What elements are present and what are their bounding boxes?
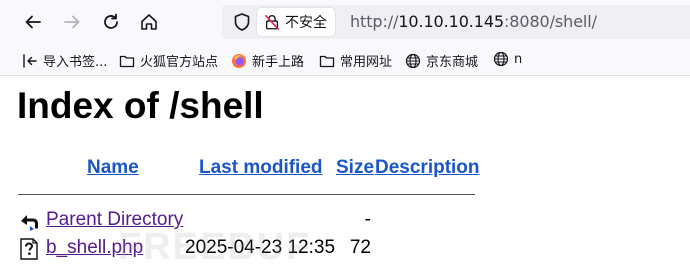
column-header-size[interactable]: Size	[336, 157, 374, 179]
folder-icon	[319, 55, 335, 67]
page-title: Index of /shell	[17, 85, 264, 126]
parent-directory-icon	[21, 215, 38, 231]
import-icon	[23, 53, 37, 68]
insecure-lock-icon	[264, 14, 280, 31]
bookmark-label: n	[514, 51, 523, 67]
bookmark-label: 京东商城	[426, 55, 479, 70]
header-divider	[18, 194, 475, 195]
column-header-last-modified[interactable]: Last modified	[199, 157, 323, 179]
file-name-link[interactable]: b_shell.php	[46, 237, 143, 259]
bookmarks-toolbar: 导入书签... 火狐官方站点 新手上路 常用网址 京东商城 n	[0, 44, 690, 76]
connection-status-label: 不安全	[285, 15, 327, 31]
forward-arrow-icon	[64, 15, 80, 29]
globe-icon	[493, 51, 509, 67]
forward-button[interactable]	[56, 6, 88, 38]
bookmark-common-sites[interactable]: 常用网址	[319, 51, 392, 70]
reload-button[interactable]	[95, 6, 127, 38]
reload-icon	[104, 13, 118, 29]
bookmark-label: 常用网址	[340, 55, 393, 70]
file-name-link[interactable]: Parent Directory	[46, 209, 183, 231]
connection-not-secure-chip[interactable]: 不安全	[257, 8, 335, 36]
url-scheme: http://	[350, 12, 399, 31]
bookmark-firefox-official[interactable]: 火狐官方站点	[119, 51, 218, 70]
file-last-modified: 2025-04-23 12:35	[185, 237, 336, 258]
bookmark-getting-started[interactable]: 新手上路	[231, 51, 304, 70]
table-row: b_shell.php 2025-04-23 12:35 72	[0, 236, 690, 262]
bookmark-import[interactable]: 导入书签...	[22, 51, 107, 70]
bookmark-label: 新手上路	[252, 55, 305, 70]
bookmark-n[interactable]: n	[493, 51, 522, 67]
home-button[interactable]	[133, 6, 165, 38]
firefox-icon	[232, 53, 246, 68]
url-host: 10.10.10.145	[398, 12, 505, 31]
back-arrow-icon	[25, 15, 41, 29]
bookmark-jd-mall[interactable]: 京东商城	[405, 51, 478, 70]
unknown-file-icon	[20, 238, 38, 260]
address-bar[interactable]: 不安全 http://10.10.10.145:8080/shell/	[222, 5, 690, 39]
url-path: :8080/shell/	[504, 12, 597, 31]
navigation-toolbar: 不安全 http://10.10.10.145:8080/shell/	[0, 0, 690, 44]
column-header-description[interactable]: Description	[375, 157, 480, 179]
file-size: 72	[349, 237, 371, 258]
column-header-name[interactable]: Name	[87, 157, 139, 179]
globe-icon	[405, 53, 421, 68]
bookmark-label: 火狐官方站点	[140, 55, 219, 70]
tracking-protection-shield-icon[interactable]	[232, 12, 252, 32]
back-button[interactable]	[17, 6, 49, 38]
bookmark-label: 导入书签...	[43, 55, 108, 70]
url-text[interactable]: http://10.10.10.145:8080/shell/	[350, 12, 597, 31]
table-row: Parent Directory -	[0, 208, 690, 234]
page-content: Index of /shell Name Last modified Size …	[0, 76, 690, 268]
folder-icon	[119, 55, 135, 67]
home-icon	[141, 14, 157, 30]
file-size: -	[364, 209, 371, 230]
